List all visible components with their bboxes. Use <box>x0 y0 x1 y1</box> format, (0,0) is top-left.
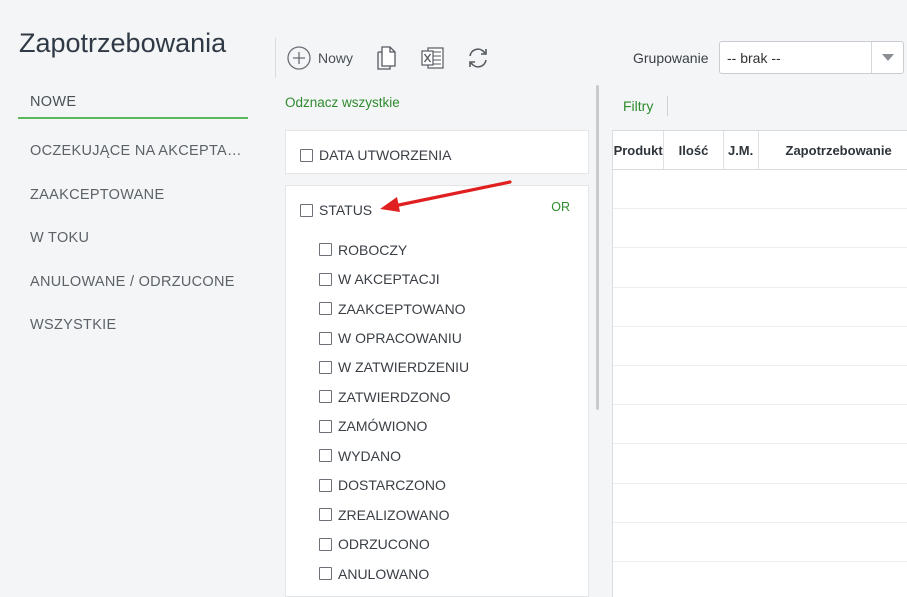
table-row <box>613 248 907 288</box>
checkbox-icon <box>319 567 332 581</box>
status-nav: NOWE OCZEKUJĄCE NA AKCEPTA… ZAAKCEPTOWAN… <box>18 86 248 347</box>
grouping-select-value: -- brak -- <box>727 49 781 66</box>
date-filter-label: DATA UTWORZENIA <box>319 147 452 163</box>
nav-item-anulowane[interactable]: ANULOWANE / ODRZUCONE <box>18 260 248 304</box>
plus-circle-icon <box>287 46 311 70</box>
date-filter-card: DATA UTWORZENIA <box>285 130 589 174</box>
status-option-label: W ZATWIERDZENIU <box>338 359 470 376</box>
status-options-list: ROBOCZY W AKCEPTACJI ZAAKCEPTOWANO W OPR… <box>319 235 469 588</box>
date-filter-checkbox[interactable]: DATA UTWORZENIA <box>300 147 451 163</box>
nav-item-zaakceptowane[interactable]: ZAAKCEPTOWANE <box>18 173 248 217</box>
status-option-label: ZAAKCEPTOWANO <box>338 300 466 317</box>
status-option[interactable]: ANULOWANO <box>319 559 469 588</box>
copy-document-icon[interactable] <box>373 44 401 72</box>
column-header-ilosc[interactable]: Ilość <box>664 131 724 169</box>
checkbox-icon <box>319 360 332 374</box>
table-row <box>613 209 907 249</box>
table-row <box>613 405 907 445</box>
status-filter-checkbox[interactable]: STATUS <box>300 202 372 218</box>
checkbox-icon <box>300 203 313 217</box>
status-option-label: ROBOCZY <box>338 241 408 258</box>
page-title: Zapotrzebowania <box>19 28 227 58</box>
status-option[interactable]: WYDANO <box>319 441 469 470</box>
status-option[interactable]: W AKCEPTACJI <box>319 264 469 293</box>
status-option[interactable]: ZATWIERDZONO <box>319 382 469 411</box>
table-row <box>613 327 907 366</box>
filters-tab[interactable]: Filtry <box>623 98 653 114</box>
status-option-label: ZAMÓWIONO <box>338 418 428 435</box>
results-grid: Produkt Ilość J.M. Zapotrzebowanie <box>612 130 907 597</box>
status-option[interactable]: W OPRACOWANIU <box>319 323 469 352</box>
status-filter-card: STATUS OR ROBOCZY W AKCEPTACJI ZAAKCEPTO… <box>285 185 589 597</box>
status-option-label: DOSTARCZONO <box>338 477 446 494</box>
checkbox-icon <box>319 537 332 551</box>
toolbar-separator <box>275 38 276 78</box>
grouping-select[interactable]: -- brak -- <box>719 41 904 74</box>
status-option[interactable]: ROBOCZY <box>319 235 469 264</box>
checkbox-icon <box>319 243 332 257</box>
table-row <box>613 288 907 327</box>
nav-item-w-toku[interactable]: W TOKU <box>18 217 248 261</box>
grouping-label: Grupowanie <box>633 50 709 66</box>
filters-separator <box>667 96 668 116</box>
nav-item-oczekujace[interactable]: OCZEKUJĄCE NA AKCEPTA… <box>18 130 248 174</box>
column-header-produkt[interactable]: Produkt <box>613 131 665 169</box>
status-filter-label: STATUS <box>319 202 373 218</box>
column-header-jm[interactable]: J.M. <box>724 131 759 169</box>
status-option-label: ODRZUCONO <box>338 536 430 553</box>
status-option-label: ANULOWANO <box>338 565 430 582</box>
status-option-label: WYDANO <box>338 447 401 464</box>
status-option-label: ZATWIERDZONO <box>338 388 451 405</box>
column-header-zapotrzebowanie[interactable]: Zapotrzebowanie <box>759 131 907 169</box>
checkbox-icon <box>319 478 332 492</box>
toolbar: Nowy <box>287 42 491 74</box>
new-button-label: Nowy <box>318 50 354 66</box>
status-option[interactable]: DOSTARCZONO <box>319 471 469 500</box>
new-button[interactable]: Nowy <box>287 46 353 70</box>
checkbox-icon <box>319 419 332 433</box>
nav-item-nowe[interactable]: NOWE <box>18 86 248 119</box>
table-row <box>613 562 907 597</box>
filter-panel-scrollbar[interactable] <box>596 85 599 410</box>
checkbox-icon <box>319 390 332 404</box>
refresh-icon[interactable] <box>465 45 491 71</box>
status-option[interactable]: ZREALIZOWANO <box>319 500 469 529</box>
checkbox-icon <box>319 331 332 345</box>
status-option[interactable]: ODRZUCONO <box>319 529 469 558</box>
checkbox-icon <box>319 508 332 522</box>
status-operator-toggle[interactable]: OR <box>551 200 570 214</box>
annotation-arrow-icon <box>380 180 512 212</box>
table-row <box>613 366 907 406</box>
checkbox-icon <box>319 302 332 316</box>
nav-item-wszystkie[interactable]: WSZYSTKIE <box>18 304 248 348</box>
table-row <box>613 484 907 523</box>
checkbox-icon <box>319 449 332 463</box>
status-option-label: W AKCEPTACJI <box>338 271 440 288</box>
chevron-down-icon[interactable] <box>871 42 903 73</box>
grid-header: Produkt Ilość J.M. Zapotrzebowanie <box>613 130 907 170</box>
status-option[interactable]: W ZATWIERDZENIU <box>319 353 469 382</box>
table-row <box>613 444 907 484</box>
status-option[interactable]: ZAAKCEPTOWANO <box>319 294 469 323</box>
table-row <box>613 170 907 210</box>
table-row <box>613 523 907 562</box>
status-option-label: W OPRACOWANIU <box>338 330 462 347</box>
checkbox-icon <box>319 272 332 286</box>
excel-export-icon[interactable] <box>419 44 447 72</box>
checkbox-icon <box>300 148 313 162</box>
status-option[interactable]: ZAMÓWIONO <box>319 412 469 441</box>
uncheck-all-link[interactable]: Odznacz wszystkie <box>285 95 400 110</box>
status-option-label: ZREALIZOWANO <box>338 506 450 523</box>
